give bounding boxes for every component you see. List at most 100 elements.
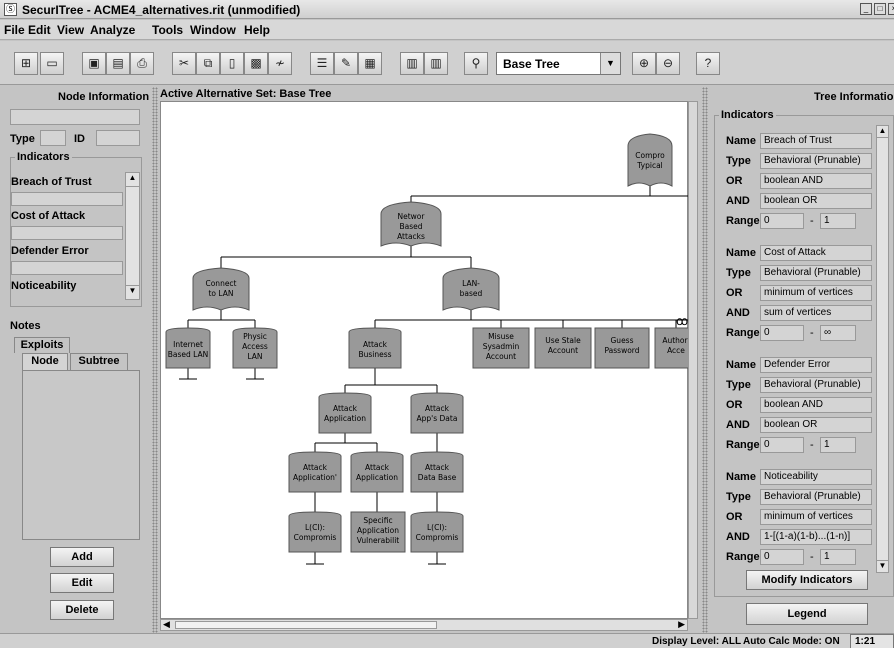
tree-indicator-or-field: boolean AND [760,173,872,189]
tree-canvas[interactable]: Compro Typical Networ Based Attacks Connect to… [160,101,689,619]
node-stale-label-1: Account [548,346,578,355]
auto-calc-status: Auto Calc Mode: ON [743,636,840,647]
add-button[interactable]: Add [50,547,114,567]
indicator-cost-label: Cost of Attack [11,210,86,222]
node-connect-label-1: to LAN [208,289,233,298]
tree-indicator-type-field: Behavioral (Prunable) [760,377,872,393]
canvas-horizontal-scrollbar[interactable]: ◀ ▶ [160,619,688,631]
menu-tools[interactable]: Tools [152,23,183,37]
minimize-icon[interactable]: _ [860,3,872,15]
delete-button[interactable]: Delete [50,600,114,620]
cut-icon[interactable]: ✂ [172,52,196,75]
menu-file[interactable]: File [4,23,25,37]
canvas-vertical-scrollbar[interactable] [688,101,698,619]
node-physical-label-0: Physic [243,332,267,341]
menu-edit[interactable]: Edit [28,23,51,37]
prune-icon[interactable]: ≁ [268,52,292,75]
menu-view[interactable]: View [57,23,84,37]
layout-compact-icon[interactable]: ▥ [424,52,448,75]
zoom-out-icon[interactable]: ⊖ [656,52,680,75]
save-as-icon[interactable]: ▤ [106,52,130,75]
node-attack-app-shape [318,392,372,434]
indicators-legend: Indicators [15,151,72,163]
node-attack-data-label-1: App's Data [417,414,458,423]
save-icon[interactable]: ▣ [82,52,106,75]
node-attack-app2-label-1: Application' [293,473,337,482]
node-attack-db-label-0: Attack [425,463,450,472]
node-misuse-label-0: Misuse [488,332,514,341]
node-attack-db-shape [410,451,464,493]
edit-notes-icon[interactable]: ✎ [334,52,358,75]
node-compro-label-0: Compro [635,151,665,160]
tree-indicator-and-field: boolean OR [760,417,872,433]
tree-indicator-type-field: Behavioral (Prunable) [760,265,872,281]
legend-button[interactable]: Legend [746,603,868,625]
node-guess-label-0: Guess [611,336,634,345]
node-name-field [10,109,140,125]
node-lci2-shape [410,511,464,553]
tree-range-max-field: 1 [820,437,856,453]
open-folder-icon[interactable]: ▭ [40,52,64,75]
node-lci1-shape [288,511,342,553]
menu-window[interactable]: Window [190,23,236,37]
new-tree-icon[interactable]: ⊞ [14,52,38,75]
tree-and-label: AND [726,419,750,431]
node-connect-label-0: Connect [205,279,236,288]
tree-indicator-and-field: sum of vertices [760,305,872,321]
indicator-defender-field [11,261,123,275]
view-select[interactable]: Base Tree ▼ [496,52,621,75]
menu-analyze[interactable]: Analyze [90,23,135,37]
indicator-cost-field [11,226,123,240]
copy-icon[interactable]: ⧉ [196,52,220,75]
close-icon[interactable]: × [888,3,894,15]
splitter-left[interactable] [152,87,158,633]
tree-range-max-field: ∞ [820,325,856,341]
tree-name-label: Name [726,135,756,147]
tree-information-panel: Tree Information Indicators ▲ ▼ Modify I… [710,87,894,633]
tree-type-label: Type [726,491,751,503]
node-attack-app-label-0: Attack [333,404,358,413]
tree-indicator-and-field: 1-[(1-a)(1-b)...(1-n)] [760,529,872,545]
help-icon[interactable]: ? [696,52,720,75]
scroll-thumb[interactable] [175,621,437,629]
tree-type-label: Type [726,155,751,167]
tree-indicators-scrollbar[interactable]: ▲ ▼ [876,125,889,573]
indicator-noticeability-label: Noticeability [11,280,77,292]
menu-help[interactable]: Help [244,23,270,37]
tab-node[interactable]: Node [22,353,68,370]
node-attack-business-label-0: Attack [363,340,388,349]
zoom-in-icon[interactable]: ⊕ [632,52,656,75]
paste-special-icon[interactable]: ▩ [244,52,268,75]
node-author-label-1: Acce [667,346,685,355]
tree-range-min-field: 0 [760,325,804,341]
tree-indicators-legend: Indicators [719,109,776,121]
node-physical-label-1: Access [242,342,268,351]
node-specific-label-2: Vulnerabilit [357,536,400,545]
find-binoculars-icon[interactable]: ⚲ [464,52,488,75]
tree-range-min-field: 0 [760,213,804,229]
range-separator: - [810,327,814,339]
edit-node-icon[interactable]: ☰ [310,52,334,75]
type-label: Type [10,133,35,145]
splitter-right[interactable] [702,87,708,633]
notes-text-area[interactable] [22,370,140,540]
tab-exploits[interactable]: Exploits [14,337,70,353]
node-specific-label-0: Specific [363,516,392,525]
layout-wide-icon[interactable]: ▥ [400,52,424,75]
node-lci1-label-1: Compromis [294,533,337,542]
tab-subtree[interactable]: Subtree [70,353,128,370]
report-icon[interactable]: ▦ [358,52,382,75]
node-attack-business-label-1: Business [358,350,391,359]
tree-range-max-field: 1 [820,549,856,565]
print-icon[interactable]: ⎙ [130,52,154,75]
tree-range-label: Range [726,327,760,339]
maximize-icon[interactable]: □ [874,3,886,15]
tree-type-label: Type [726,379,751,391]
node-guess-label-1: Password [604,346,639,355]
modify-indicators-button[interactable]: Modify Indicators [746,570,868,590]
chevron-down-icon[interactable]: ▼ [600,53,620,74]
view-select-value: Base Tree [503,57,560,71]
indicators-scrollbar[interactable]: ▲ ▼ [125,172,140,300]
paste-icon[interactable]: ▯ [220,52,244,75]
edit-button[interactable]: Edit [50,573,114,593]
